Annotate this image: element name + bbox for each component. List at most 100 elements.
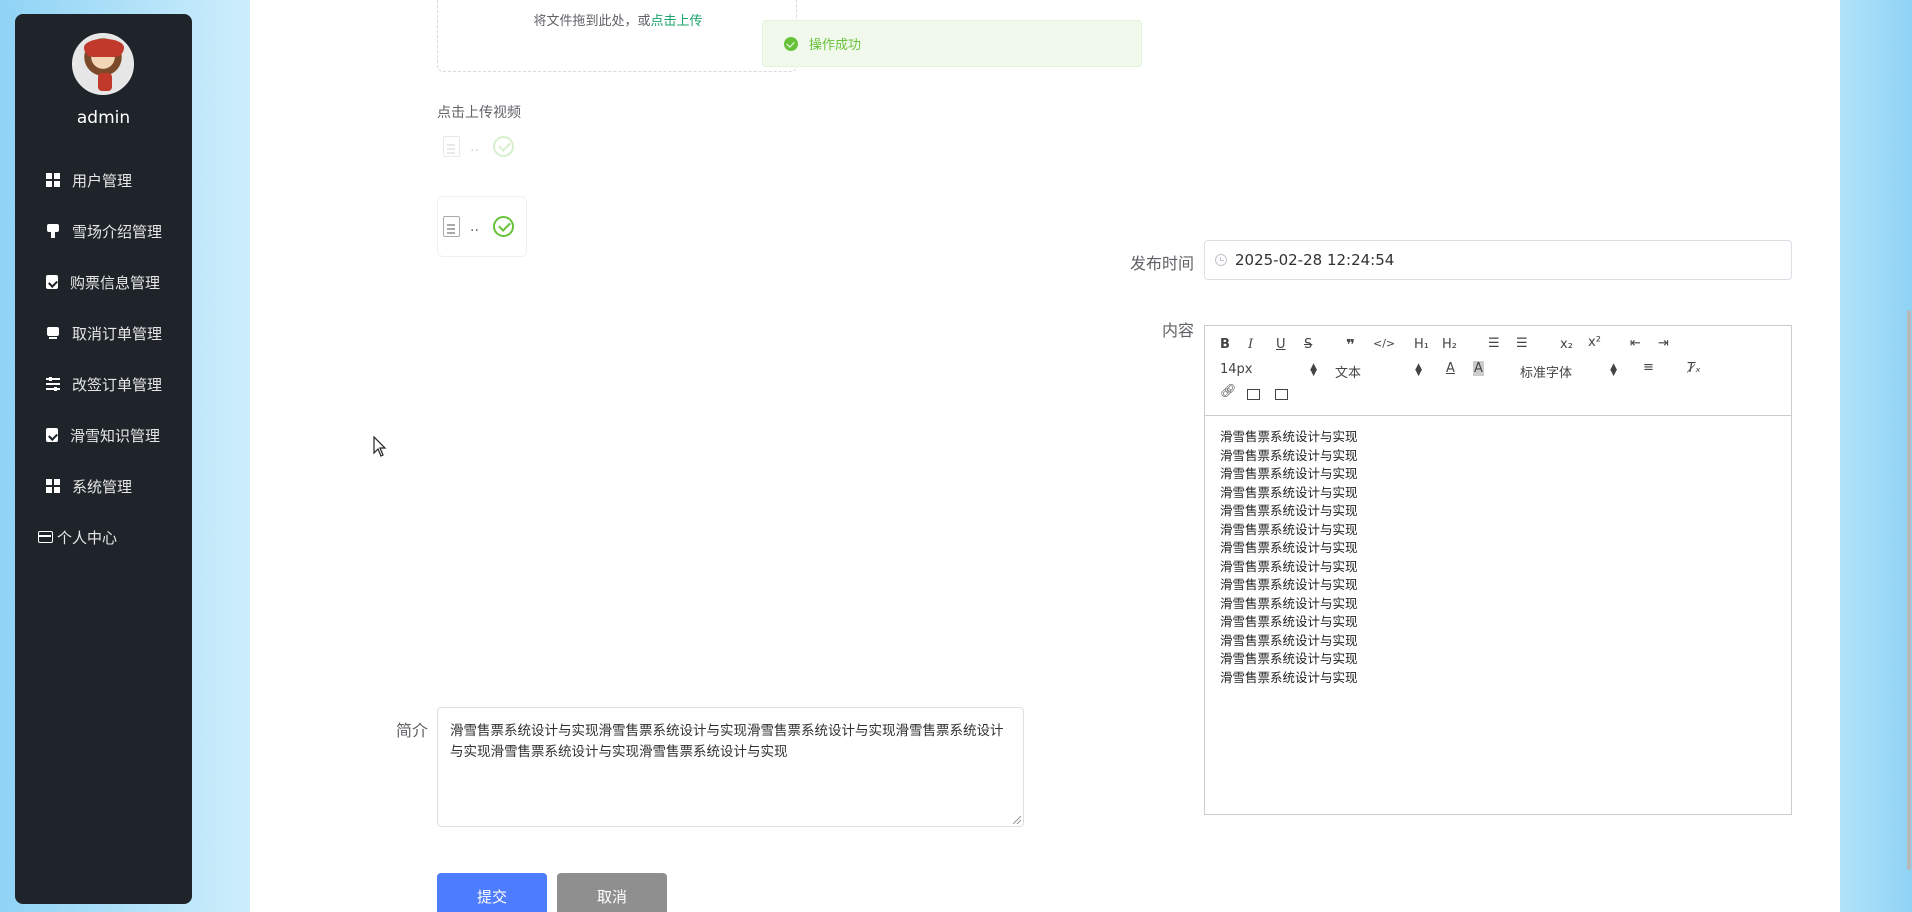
uploaded-file-item[interactable]: .. [443,216,514,237]
sidebar-item-ski-knowledge[interactable]: 滑雪知识管理 [15,415,192,455]
editor-line: 滑雪售票系统设计与实现 [1220,651,1358,666]
blockquote-icon[interactable]: ❞ [1346,336,1355,354]
header1-icon[interactable]: H₁ [1414,337,1429,352]
sidebar-item-personal-center[interactable]: 个人中心 [15,517,192,557]
editor-line: 滑雪售票系统设计与实现 [1220,577,1358,592]
underline-icon[interactable]: U [1276,337,1286,352]
scrollbar-thumb[interactable] [1907,310,1911,870]
indent-icon[interactable]: ⇥ [1658,336,1669,351]
font-color-icon[interactable]: A [1446,361,1455,376]
outdent-icon[interactable]: ⇤ [1630,336,1641,351]
editor-line: 滑雪售票系统设计与实现 [1220,429,1358,444]
file-name: .. [470,218,479,235]
header-value: 文本 [1335,366,1362,381]
code-block-icon[interactable]: </> [1373,337,1395,350]
username: admin [76,108,131,128]
font-size-select[interactable]: 14px ▲ ▼ [1220,362,1317,378]
content-label: 内容 [1161,321,1194,340]
upload-hint-text: 将文件拖到此处，或 [533,14,651,29]
editor-content[interactable]: 滑雪售票系统设计与实现 滑雪售票系统设计与实现 滑雪售票系统设计与实现 滑雪售票… [1205,416,1791,699]
bold-icon[interactable]: B [1220,337,1230,352]
video-icon[interactable] [1275,389,1288,400]
editor-line: 滑雪售票系统设计与实现 [1220,484,1358,500]
slider-icon [46,377,60,391]
background-color-icon[interactable]: A [1473,361,1484,376]
editor-line: 滑雪售票系统设计与实现 [1220,466,1358,481]
editor-line: 滑雪售票系统设计与实现 [1220,521,1358,537]
upload-dropzone[interactable]: 将文件拖到此处，或点击上传 [437,0,797,72]
editor-line: 滑雪售票系统设计与实现 [1220,558,1358,574]
sidebar-item-label: 雪场介绍管理 [72,222,163,241]
mouse-cursor-icon [373,435,387,458]
ordered-list-icon[interactable]: ☰ [1488,336,1500,351]
editor-line: 滑雪售票系统设计与实现 [1220,595,1358,611]
align-icon[interactable]: ≡ [1643,360,1654,375]
font-family-value: 标准字体 [1520,366,1573,381]
success-check-icon [784,36,798,51]
header2-icon[interactable]: H₂ [1442,337,1457,352]
sidebar-item-label: 系统管理 [72,477,133,496]
success-toast: 操作成功 [762,20,1142,67]
sidebar-item-cancel-orders[interactable]: 取消订单管理 [15,313,192,353]
sidebar-item-label: 购票信息管理 [70,273,161,292]
ticket-icon [46,326,60,340]
file-icon [443,216,460,237]
intro-textarea[interactable]: 滑雪售票系统设计与实现滑雪售票系统设计与实现滑雪售票系统设计与实现滑雪售票系统设… [437,707,1024,827]
upload-success-icon [493,216,514,237]
subscript-icon[interactable]: x₂ [1560,337,1573,352]
sidebar-item-label: 取消订单管理 [72,324,163,343]
editor-line: 滑雪售票系统设计与实现 [1220,614,1358,629]
grid-icon [46,479,60,493]
scrollbar[interactable] [1906,0,1912,912]
sidebar-item-user-management[interactable]: 用户管理 [15,160,192,200]
editor-line: 滑雪售票系统设计与实现 [1220,503,1358,518]
bullet-list-icon[interactable]: ☰ [1516,336,1528,351]
uploaded-file-item[interactable]: .. [443,136,514,157]
sidebar-item-resort-intro[interactable]: 雪场介绍管理 [15,211,192,251]
sidebar-item-label: 改签订单管理 [72,375,163,394]
toast-message: 操作成功 [809,38,862,53]
sidebar: admin 用户管理 雪场介绍管理 购票信息管理 取消订单管理 改签订单管理 滑… [15,14,192,904]
superscript-icon[interactable]: x² [1588,335,1601,350]
editor-line: 滑雪售票系统设计与实现 [1220,447,1358,463]
publish-time-input[interactable]: 2025-02-28 12:24:54 [1204,240,1792,280]
upload-link[interactable]: 点击上传 [651,14,703,29]
upload-hint: 将文件拖到此处，或点击上传 [438,10,798,29]
sidebar-item-label: 滑雪知识管理 [70,426,161,445]
card-icon [38,531,53,543]
editor-line: 滑雪售票系统设计与实现 [1220,632,1358,648]
resize-handle[interactable] [1013,816,1021,824]
editor-toolbar: B I U S ❞ </> H₁ H₂ ☰ ☰ x₂ x² ⇤ ⇥ 14px ▲ ▼… [1205,326,1791,416]
sidebar-item-label: 个人中心 [57,528,118,547]
font-family-select[interactable]: 标准字体 ▲ ▼ [1520,362,1617,382]
strike-icon[interactable]: S [1304,337,1312,352]
submit-button[interactable]: 提交 [437,873,547,912]
file-icon [443,136,460,157]
video-upload-link[interactable]: 点击上传视频 [437,102,521,122]
intro-label: 简介 [395,721,428,740]
clipboard-icon [46,428,58,442]
clipboard-icon [46,275,58,289]
publish-time-label: 发布时间 [1129,254,1194,273]
clock-icon [1215,254,1227,266]
rich-text-editor: B I U S ❞ </> H₁ H₂ ☰ ☰ x₂ x² ⇤ ⇥ 14px ▲ ▼… [1204,325,1792,815]
editor-line: 滑雪售票系统设计与实现 [1220,669,1358,685]
link-icon[interactable]: 🔗︎ [1220,384,1237,399]
grid-icon [46,173,60,187]
sidebar-item-reschedule-orders[interactable]: 改签订单管理 [15,364,192,404]
intro-value: 滑雪售票系统设计与实现滑雪售票系统设计与实现滑雪售票系统设计与实现滑雪售票系统设… [450,723,1004,760]
file-name: .. [470,138,479,155]
cancel-button[interactable]: 取消 [557,873,667,912]
clean-format-icon[interactable]: T̷ₓ [1687,361,1701,376]
sidebar-item-system-management[interactable]: 系统管理 [15,466,192,506]
italic-icon[interactable]: I [1248,337,1253,352]
header-select[interactable]: 文本 ▲ ▼ [1335,362,1422,382]
sidebar-item-label: 用户管理 [72,171,133,190]
image-icon[interactable] [1247,389,1260,400]
avatar[interactable] [72,33,134,95]
editor-line: 滑雪售票系统设计与实现 [1220,540,1358,555]
stamp-icon [46,224,60,238]
sidebar-item-ticket-info[interactable]: 购票信息管理 [15,262,192,302]
publish-time-value: 2025-02-28 12:24:54 [1235,251,1395,269]
upload-success-icon [493,136,514,157]
